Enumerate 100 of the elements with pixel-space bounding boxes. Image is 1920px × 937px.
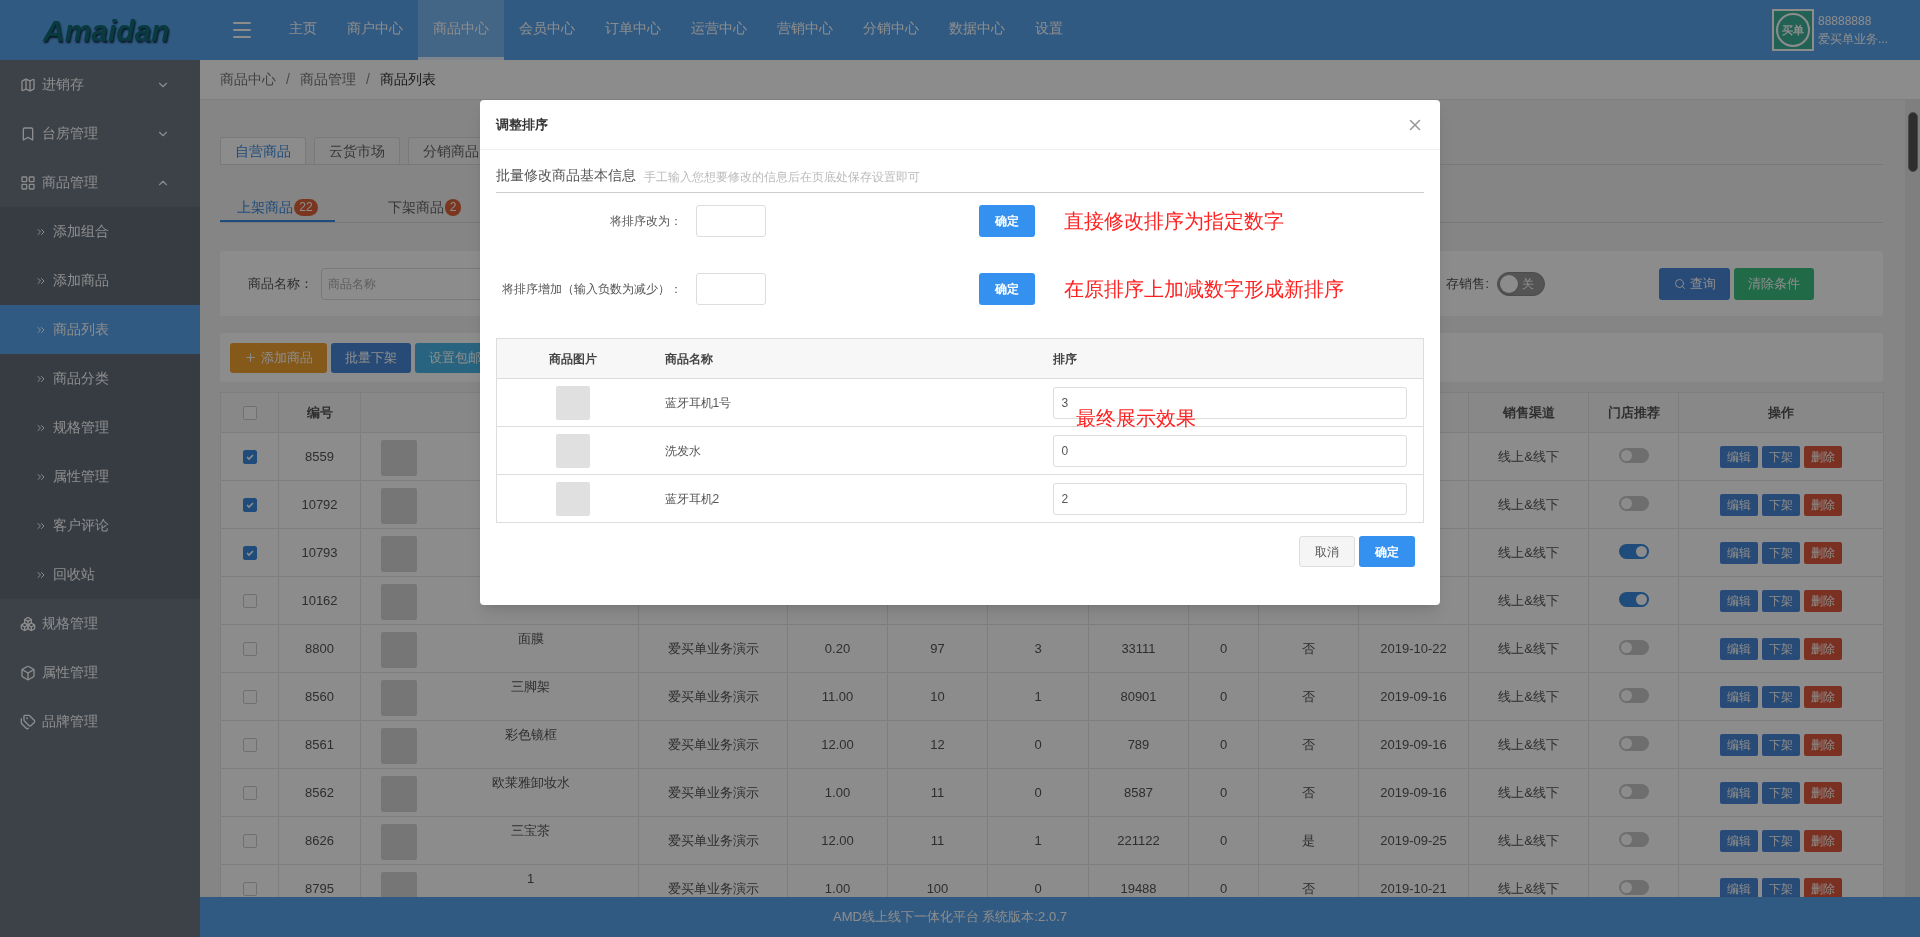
delete-button[interactable]: 删除 <box>1804 733 1842 756</box>
edit-button[interactable]: 编辑 <box>1720 589 1758 612</box>
sidebar-item[interactable]: 规格管理 <box>0 599 200 648</box>
delete-button[interactable]: 删除 <box>1804 685 1842 708</box>
sort-input-field[interactable] <box>696 273 766 305</box>
delete-button[interactable]: 删除 <box>1804 829 1842 852</box>
edit-button[interactable]: 编辑 <box>1720 541 1758 564</box>
sidebar-subitem[interactable]: 商品分类 <box>0 354 200 403</box>
unlist-button[interactable]: 下架 <box>1762 445 1800 468</box>
sort-input-field[interactable]: 2 <box>1052 482 1407 515</box>
breadcrumb-link[interactable]: 商品中心 <box>220 69 276 90</box>
cancel-button[interactable]: 取消 <box>1299 536 1355 567</box>
header-checkbox[interactable] <box>242 406 257 421</box>
clear-button[interactable]: 清除条件 <box>1734 267 1814 300</box>
sidebar-subitem[interactable]: 客户评论 <box>0 501 200 550</box>
edit-button[interactable]: 编辑 <box>1720 877 1758 897</box>
nav-tab[interactable]: 营销中心 <box>762 0 848 60</box>
row-checkbox[interactable] <box>242 642 257 657</box>
toggle-switch[interactable] <box>1618 879 1649 895</box>
edit-button[interactable]: 编辑 <box>1720 781 1758 804</box>
row-checkbox[interactable] <box>242 882 257 897</box>
sidebar-subitem[interactable]: 商品列表 <box>0 305 200 354</box>
delete-button[interactable]: 删除 <box>1804 493 1842 516</box>
edit-button[interactable]: 编辑 <box>1720 733 1758 756</box>
nav-tab[interactable]: 主页 <box>274 0 332 60</box>
confirm-button[interactable]: 确定 <box>1359 536 1415 567</box>
toggle-switch[interactable] <box>1618 831 1649 847</box>
unlist-button[interactable]: 下架 <box>1762 829 1800 852</box>
unlist-button[interactable]: 下架 <box>1762 877 1800 897</box>
nav-tab[interactable]: 设置 <box>1020 0 1078 60</box>
status-tab[interactable]: 下架商品 2 <box>367 195 482 222</box>
delete-button[interactable]: 删除 <box>1804 877 1842 897</box>
toggle-switch[interactable] <box>1618 735 1649 751</box>
sidebar-item[interactable]: 商品管理 <box>0 158 200 207</box>
sidebar-item[interactable]: 进销存 <box>0 60 200 109</box>
nav-tab[interactable]: 运营中心 <box>676 0 762 60</box>
delete-button[interactable]: 删除 <box>1804 445 1842 468</box>
nav-tab[interactable]: 商品中心 <box>418 0 504 60</box>
sidebar-item[interactable]: 属性管理 <box>0 648 200 697</box>
table-cell: 0 <box>1188 816 1259 865</box>
row-checkbox[interactable] <box>242 594 257 609</box>
confirm-button[interactable]: 确定 <box>979 273 1035 305</box>
toggle-switch[interactable] <box>1618 591 1649 607</box>
row-checkbox[interactable] <box>242 786 257 801</box>
nav-tab[interactable]: 数据中心 <box>934 0 1020 60</box>
source-tab[interactable]: 云货市场 <box>314 137 400 164</box>
unlist-button[interactable]: 下架 <box>1762 637 1800 660</box>
sidebar-subitem[interactable]: 规格管理 <box>0 403 200 452</box>
sort-input-field[interactable] <box>696 205 766 237</box>
edit-button[interactable]: 编辑 <box>1720 829 1758 852</box>
delete-button[interactable]: 删除 <box>1804 781 1842 804</box>
toolbar-button[interactable]: 批量下架 <box>331 342 411 373</box>
sidebar-item[interactable]: 台房管理 <box>0 109 200 158</box>
status-tab[interactable]: 上架商品 22 <box>220 195 335 222</box>
toggle-switch[interactable] <box>1618 783 1649 799</box>
toggle-switch[interactable] <box>1618 495 1649 511</box>
edit-button[interactable]: 编辑 <box>1720 493 1758 516</box>
avatar[interactable]: 买单 <box>1772 9 1814 51</box>
delete-button[interactable]: 删除 <box>1804 541 1842 564</box>
sort-input-field[interactable]: 0 <box>1052 434 1407 467</box>
toggle-switch[interactable] <box>1618 447 1649 463</box>
edit-button[interactable]: 编辑 <box>1720 445 1758 468</box>
unlist-button[interactable]: 下架 <box>1762 493 1800 516</box>
toggle-switch[interactable] <box>1618 687 1649 703</box>
nav-tab[interactable]: 商户中心 <box>332 0 418 60</box>
unlist-button[interactable]: 下架 <box>1762 781 1800 804</box>
sidebar-item[interactable]: 品牌管理 <box>0 697 200 746</box>
row-checkbox[interactable] <box>242 738 257 753</box>
row-checkbox[interactable] <box>242 498 257 513</box>
edit-button[interactable]: 编辑 <box>1720 637 1758 660</box>
search-button[interactable]: 查询 <box>1659 267 1730 300</box>
nav-tab[interactable]: 订单中心 <box>590 0 676 60</box>
row-checkbox[interactable] <box>242 834 257 849</box>
nav-tab[interactable]: 会员中心 <box>504 0 590 60</box>
sidebar-item-icon <box>20 76 36 93</box>
row-checkbox[interactable] <box>242 450 257 465</box>
breadcrumb-link[interactable]: 商品管理 <box>299 69 356 90</box>
scrollbar[interactable] <box>1905 100 1920 897</box>
row-checkbox[interactable] <box>242 546 257 561</box>
edit-button[interactable]: 编辑 <box>1720 685 1758 708</box>
unlist-button[interactable]: 下架 <box>1762 733 1800 756</box>
unlist-button[interactable]: 下架 <box>1762 589 1800 612</box>
sidebar-subitem[interactable]: 回收站 <box>0 550 200 599</box>
nav-tab[interactable]: 分销中心 <box>848 0 934 60</box>
confirm-button[interactable]: 确定 <box>979 205 1035 237</box>
unlist-button[interactable]: 下架 <box>1762 541 1800 564</box>
breadcrumb-link[interactable]: 商品列表 <box>379 69 436 90</box>
toolbar-button[interactable]: 添加商品 <box>230 342 327 373</box>
source-tab[interactable]: 自营商品 <box>220 137 306 164</box>
product-name: 彩色镜框 <box>503 726 558 744</box>
breadcrumb-separator: / <box>286 70 290 89</box>
delete-button[interactable]: 删除 <box>1804 589 1842 612</box>
delete-button[interactable]: 删除 <box>1804 637 1842 660</box>
toggle-switch[interactable] <box>1618 639 1649 655</box>
toggle-switch[interactable] <box>1618 543 1649 559</box>
sidebar-subitem[interactable]: 添加商品 <box>0 256 200 305</box>
row-checkbox[interactable] <box>242 690 257 705</box>
sidebar-subitem[interactable]: 添加组合 <box>0 207 200 256</box>
unlist-button[interactable]: 下架 <box>1762 685 1800 708</box>
sidebar-subitem[interactable]: 属性管理 <box>0 452 200 501</box>
